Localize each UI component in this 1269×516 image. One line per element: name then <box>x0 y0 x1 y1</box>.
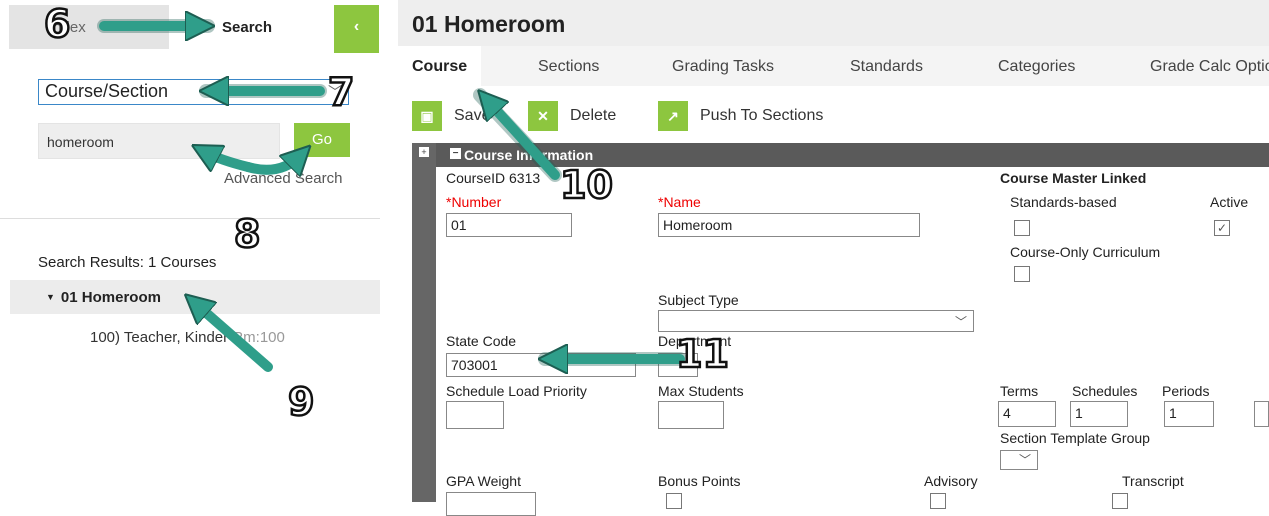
tab-bar: Course Sections Grading Tasks Standards … <box>398 46 1269 86</box>
result-section-item[interactable]: 100) Teacher, Kinder Rm:100 <box>90 329 285 346</box>
section-template-group-label: Section Template Group <box>1000 430 1150 446</box>
search-results-label: Search Results: 1 Courses <box>38 254 217 271</box>
caret-down-icon: ▼ <box>46 292 55 302</box>
annotation-10: 10 <box>559 162 614 209</box>
max-students-label: Max Students <box>658 383 744 399</box>
tab-categories[interactable]: Categories <box>998 58 1075 76</box>
push-label: Push To Sections <box>700 107 824 124</box>
subject-type-select[interactable]: ﹀ <box>658 310 974 332</box>
section-template-group-select[interactable]: ﹀ <box>1000 450 1038 470</box>
go-button[interactable]: Go <box>294 123 350 157</box>
name-label: *Name <box>658 194 701 210</box>
push-icon: ↗ <box>658 101 688 131</box>
tab-sections[interactable]: Sections <box>538 58 599 76</box>
advisory-label: Advisory <box>924 473 978 489</box>
save-label: Save <box>454 107 491 124</box>
subject-type-label: Subject Type <box>658 292 739 308</box>
search-panel: Index Search ‹ Course/Section ﹀ homeroom… <box>0 0 380 502</box>
active-label: Active <box>1210 194 1249 210</box>
collapse-panel-button[interactable]: ‹ <box>334 5 379 53</box>
save-button[interactable]: ▣ Save <box>412 100 490 132</box>
gpa-weight-label: GPA Weight <box>446 473 521 489</box>
push-to-sections-button[interactable]: ↗ Push To Sections <box>658 100 823 132</box>
chevron-down-icon: ﹀ <box>1018 453 1031 467</box>
terms-label: Terms <box>1000 383 1039 399</box>
standards-based-checkbox[interactable] <box>1014 220 1030 236</box>
result-room-text: Rm:100 <box>232 329 285 346</box>
advanced-search-link[interactable]: Advanced Search <box>224 170 342 187</box>
delete-icon: ✕ <box>528 101 558 131</box>
bonus-points-checkbox[interactable] <box>666 493 682 509</box>
search-input[interactable]: homeroom <box>38 123 280 159</box>
result-course-title: 01 Homeroom <box>60 289 161 306</box>
search-type-select[interactable]: Course/Section ﹀ <box>38 79 349 105</box>
tab-grade-calc-options[interactable]: Grade Calc Options <box>1150 58 1269 76</box>
periods-label: Periods <box>1162 383 1210 399</box>
course-only-curriculum-label: Course-Only Curriculum <box>1010 244 1161 260</box>
tab-index[interactable]: Index <box>9 5 169 49</box>
tab-search[interactable]: Search <box>170 5 335 49</box>
result-course-item[interactable]: ▼ 01 Homeroom <box>10 280 380 314</box>
delete-label: Delete <box>570 107 617 124</box>
schedule-load-priority-label: Schedule Load Priority <box>446 383 587 399</box>
collapse-icon[interactable]: − <box>450 148 461 159</box>
course-master-linked-label: Course Master Linked <box>1000 170 1147 186</box>
number-field[interactable]: 01 <box>446 213 572 237</box>
name-field[interactable]: Homeroom <box>658 213 920 237</box>
schedule-load-priority-field[interactable] <box>446 401 504 429</box>
form-area: + − Course Information CourseID 6313 *Nu… <box>412 143 1269 516</box>
toolbar: ▣ Save ✕ Delete ↗ Push To Sections <box>398 86 1269 142</box>
chevron-left-icon: ‹ <box>353 18 360 35</box>
save-icon: ▣ <box>412 101 442 131</box>
page-title: 01 Homeroom <box>412 11 566 37</box>
divider <box>0 218 380 219</box>
annotation-11: 11 <box>675 331 730 378</box>
bonus-points-label: Bonus Points <box>658 473 741 489</box>
state-code-field[interactable]: 703001 <box>446 353 636 377</box>
annotation-9: 9 <box>287 379 316 426</box>
periods-field[interactable]: 1 <box>1164 401 1214 427</box>
tab-grading-tasks[interactable]: Grading Tasks <box>672 58 774 76</box>
number-label: *Number <box>446 194 502 210</box>
annotation-7: 7 <box>327 69 356 116</box>
transcript-label: Transcript <box>1122 473 1184 489</box>
schedules-label: Schedules <box>1072 383 1138 399</box>
partial-field[interactable] <box>1254 401 1269 427</box>
advisory-checkbox[interactable] <box>930 493 946 509</box>
course-only-curriculum-checkbox[interactable] <box>1014 266 1030 282</box>
section-title: Course Information <box>464 147 594 163</box>
terms-field[interactable]: 4 <box>998 401 1056 427</box>
tab-standards[interactable]: Standards <box>850 58 923 76</box>
state-code-label: State Code <box>446 333 517 349</box>
result-section-text: 100) Teacher, Kinder <box>90 329 229 346</box>
annotation-8: 8 <box>233 211 262 258</box>
tab-course[interactable]: Course <box>398 46 482 86</box>
delete-button[interactable]: ✕ Delete <box>528 100 616 132</box>
transcript-checkbox[interactable] <box>1112 493 1128 509</box>
chevron-down-icon: ﹀ <box>954 315 967 329</box>
standards-based-label: Standards-based <box>1010 194 1117 210</box>
schedules-field[interactable]: 1 <box>1070 401 1128 427</box>
side-strip: + <box>412 143 436 502</box>
main-panel: 01 Homeroom Course Sections Grading Task… <box>398 0 1269 516</box>
max-students-field[interactable] <box>658 401 724 429</box>
annotation-6: 6 <box>43 1 72 48</box>
gpa-weight-field[interactable] <box>446 492 536 516</box>
course-information-body: CourseID 6313 *Number 01 *Name Homeroom … <box>436 167 1269 516</box>
active-checkbox[interactable]: ✓ <box>1214 220 1230 236</box>
course-id-label: CourseID 6313 <box>446 170 541 186</box>
search-type-value: Course/Section <box>45 81 169 101</box>
expand-icon[interactable]: + <box>419 147 429 157</box>
